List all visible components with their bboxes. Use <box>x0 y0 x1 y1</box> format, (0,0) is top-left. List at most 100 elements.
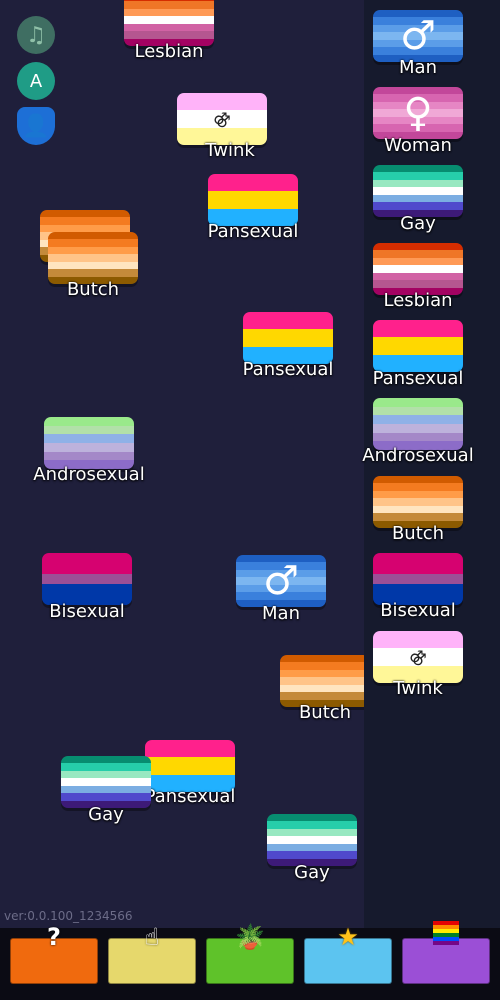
pointer-hand-icon: ☝ <box>144 923 160 951</box>
flag-stripe <box>48 246 138 255</box>
plant-tab[interactable]: 🪴 <box>206 925 294 984</box>
board-flag-lesbian[interactable] <box>124 0 214 46</box>
question-icon: ? <box>47 923 61 951</box>
twink-symbol-icon: ⚣ <box>213 109 231 128</box>
flag-stripe <box>61 763 151 771</box>
flag-stripe <box>373 490 463 499</box>
board-flag-bisexual[interactable] <box>42 553 132 605</box>
twink-symbol-icon: ⚣ <box>409 647 427 666</box>
flag-label: Butch <box>66 279 120 300</box>
flag-stripe <box>48 254 138 262</box>
flag-stripe <box>267 836 357 844</box>
help-tab[interactable]: ? <box>10 925 98 984</box>
sidebar-flag-pansexual[interactable] <box>373 320 463 372</box>
bottom-toolbar: ? ☝ 🪴 ★ <box>0 921 500 1000</box>
flag-label: Gay <box>400 213 436 234</box>
flag-stripe <box>373 243 463 251</box>
board-flag-gay[interactable] <box>267 814 357 866</box>
flag-stripe <box>145 757 235 775</box>
flag-stripe <box>373 476 463 484</box>
sidebar-flag-bisexual[interactable] <box>373 553 463 605</box>
flag-stripe <box>267 851 357 859</box>
sidebar-flag-gay[interactable] <box>373 165 463 217</box>
flag-stripe <box>61 778 151 786</box>
flag-label: Bisexual <box>380 600 456 621</box>
hand-tab[interactable]: ☝ <box>108 925 196 984</box>
sidebar-flag-man[interactable]: ♂ <box>373 10 463 62</box>
flag-stripe <box>48 239 138 247</box>
globe-language-icon[interactable]: A <box>17 62 55 100</box>
star-tab[interactable]: ★ <box>304 925 392 984</box>
flag-label: Gay <box>88 804 124 825</box>
board-flag-man[interactable]: ♂ <box>236 555 326 607</box>
flag-stripe <box>373 513 463 521</box>
sidebar-flag-butch[interactable] <box>373 476 463 528</box>
flag-label: Woman <box>384 135 452 156</box>
flag-label: Man <box>262 603 300 624</box>
flag-stripe <box>243 312 333 330</box>
board-flag-pansexual[interactable] <box>208 174 298 226</box>
flag-stripe <box>373 424 463 433</box>
flag-stripe <box>44 425 134 435</box>
game-board[interactable]: Lesbian ⚣ Twink Pansexual Butch Pansexual Andr… <box>0 0 370 928</box>
flag-stripe <box>124 16 214 24</box>
flag-stripe <box>373 505 463 514</box>
woman-symbol-icon: ♀ <box>403 90 433 136</box>
sidebar-flag-androsexual[interactable] <box>373 398 463 450</box>
potted-plant-icon: 🪴 <box>235 923 265 951</box>
flag-stripe <box>373 498 463 506</box>
flag-stripe <box>373 398 463 407</box>
flag-stripe <box>267 821 357 829</box>
flag-stripe <box>373 272 463 281</box>
flag-stripe <box>124 1 214 9</box>
flag-stripe <box>44 451 134 461</box>
flag-stripe <box>61 770 151 779</box>
sidebar-flag-twink[interactable]: ⚣ <box>373 631 463 683</box>
flag-stripe <box>42 553 132 564</box>
flag-label: Lesbian <box>134 41 204 62</box>
flag-stripe <box>373 573 463 585</box>
board-flag-gay[interactable] <box>61 756 151 808</box>
flag-stripe <box>373 320 463 338</box>
sidebar-flag-woman[interactable]: ♀ <box>373 87 463 139</box>
flag-stripe <box>61 785 151 794</box>
flag-stripe <box>373 202 463 210</box>
flag-label: Lesbian <box>383 290 453 311</box>
pride-tab[interactable] <box>402 921 490 984</box>
board-flag-butch[interactable] <box>48 232 138 284</box>
flag-stripe <box>44 434 134 444</box>
flag-stripe <box>373 257 463 266</box>
man-symbol-icon: ♂ <box>263 558 299 604</box>
flag-label: Pansexual <box>372 368 464 389</box>
flag-stripe <box>280 662 370 670</box>
board-flag-androsexual[interactable] <box>44 417 134 469</box>
flag-stripe <box>373 194 463 203</box>
flag-stripe <box>42 563 132 574</box>
flag-stripe <box>373 337 463 355</box>
flag-label: Twink <box>205 140 255 161</box>
flag-label: Twink <box>393 678 443 699</box>
man-symbol-icon: ♂ <box>400 13 436 59</box>
flag-stripe <box>280 655 370 663</box>
flag-stripe <box>373 179 463 188</box>
flag-stripe <box>373 250 463 258</box>
flag-stripe <box>48 232 138 240</box>
flag-stripe <box>40 210 130 218</box>
flag-stripe <box>124 31 214 39</box>
shield-user-icon[interactable]: 👤 <box>17 107 55 145</box>
rainbow-flag-icon <box>433 921 459 945</box>
board-flag-pansexual[interactable] <box>145 740 235 792</box>
flag-stripe <box>44 417 134 426</box>
flag-stripe <box>61 793 151 801</box>
flag-stripe <box>42 573 132 585</box>
board-flag-twink[interactable]: ⚣ <box>177 93 267 145</box>
flag-stripe <box>373 563 463 574</box>
flag-stripe <box>373 483 463 491</box>
flag-label: Androsexual <box>33 464 145 485</box>
board-flag-pansexual[interactable] <box>243 312 333 364</box>
flag-label: Bisexual <box>49 601 125 622</box>
flag-stripe <box>373 280 463 288</box>
sidebar-flag-lesbian[interactable] <box>373 243 463 295</box>
flag-label: Androsexual <box>362 445 474 466</box>
music-note-icon[interactable]: ♫ <box>17 16 55 54</box>
